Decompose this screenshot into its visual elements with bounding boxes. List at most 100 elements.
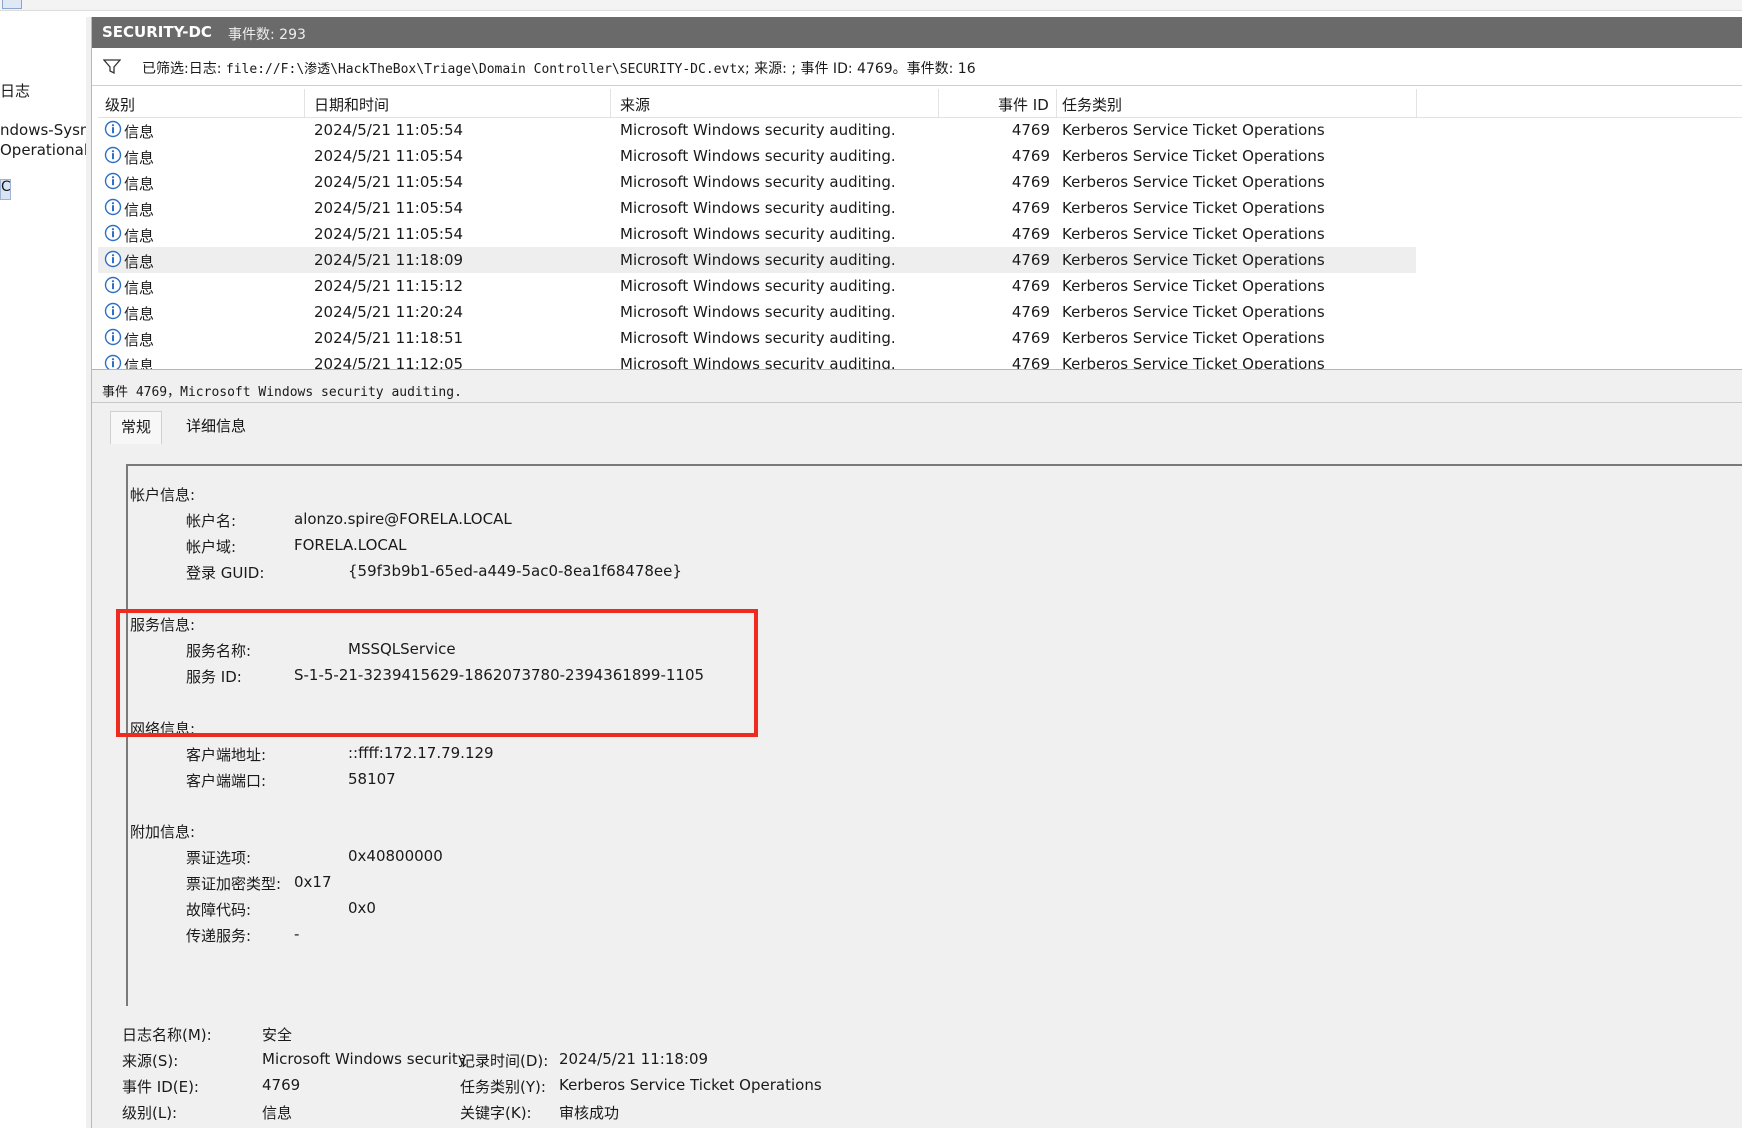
info-icon	[104, 328, 122, 346]
cell-source: Microsoft Windows security auditing.	[620, 251, 896, 269]
transited-services-label: 传递服务:	[186, 927, 252, 945]
cell-level: 信息	[124, 253, 155, 271]
cell-date: 2024/5/21 11:05:54	[314, 225, 464, 243]
cell-level: 信息	[124, 149, 155, 167]
cell-source: Microsoft Windows security auditing.	[620, 173, 896, 191]
table-row[interactable]: 信息 2024/5/21 11:20:24 Microsoft Windows se…	[98, 299, 1742, 325]
section-account: 帐户信息:	[130, 486, 196, 504]
cell-event-id: 4769	[1011, 251, 1050, 269]
cell-event-id: 4769	[1011, 329, 1050, 347]
meta-logged-label: 记录时间(D):	[460, 1052, 549, 1070]
cell-event-id: 4769	[1011, 303, 1050, 321]
cell-date: 2024/5/21 11:18:51	[314, 329, 464, 347]
info-icon	[104, 276, 122, 294]
filter-bar: 已筛选:日志: file://F:\渗透\HackTheBox\Triage\D…	[92, 49, 1742, 86]
cell-task: Kerberos Service Ticket Operations	[1062, 329, 1325, 347]
cell-date: 2024/5/21 11:20:24	[314, 303, 464, 321]
section-additional: 附加信息:	[130, 823, 196, 841]
ticket-options-value: 0x40800000	[348, 847, 443, 865]
cell-event-id: 4769	[1011, 355, 1050, 369]
cell-source: Microsoft Windows security auditing.	[620, 199, 896, 217]
meta-keywords-label: 关键字(K):	[460, 1104, 532, 1122]
table-row[interactable]: 信息 2024/5/21 11:12:05 Microsoft Windows se…	[98, 351, 1742, 369]
failure-code-value: 0x0	[348, 899, 376, 917]
transited-services-value: -	[294, 925, 300, 943]
failure-code-label: 故障代码:	[186, 901, 252, 919]
cell-event-id: 4769	[1011, 147, 1050, 165]
log-header: SECURITY-DC 事件数: 293	[92, 17, 1742, 48]
info-icon	[104, 198, 122, 216]
table-row[interactable]: 信息 2024/5/21 11:15:12 Microsoft Windows se…	[98, 273, 1742, 299]
client-port-label: 客户端端口:	[186, 772, 267, 790]
cell-date: 2024/5/21 11:05:54	[314, 121, 464, 139]
meta-level-label: 级别(L):	[122, 1104, 178, 1122]
top-toolbar-strip	[0, 0, 1742, 11]
cell-task: Kerberos Service Ticket Operations	[1062, 121, 1325, 139]
cell-task: Kerberos Service Ticket Operations	[1062, 303, 1325, 321]
table-row[interactable]: 信息 2024/5/21 11:05:54 Microsoft Windows se…	[98, 169, 1742, 195]
column-header-event-id[interactable]: 事件 ID	[998, 94, 1049, 115]
client-address-value: ::ffff:172.17.79.129	[348, 744, 494, 762]
info-icon	[104, 146, 122, 164]
table-row[interactable]: 信息 2024/5/21 11:05:54 Microsoft Windows se…	[98, 195, 1742, 221]
cell-source: Microsoft Windows security auditing.	[620, 147, 896, 165]
highlight-box	[116, 609, 758, 737]
meta-keywords-value: 审核成功	[559, 1104, 620, 1122]
cell-source: Microsoft Windows security auditing.	[620, 277, 896, 295]
account-name-label: 帐户名:	[186, 512, 237, 530]
table-row[interactable]: 信息 2024/5/21 11:05:54 Microsoft Windows se…	[98, 117, 1742, 143]
cell-source: Microsoft Windows security auditing.	[620, 225, 896, 243]
cell-task: Kerberos Service Ticket Operations	[1062, 277, 1325, 295]
cell-task: Kerberos Service Ticket Operations	[1062, 199, 1325, 217]
cell-event-id: 4769	[1011, 199, 1050, 217]
meta-log-name-label: 日志名称(M):	[122, 1026, 212, 1044]
cell-date: 2024/5/21 11:05:54	[314, 199, 464, 217]
column-header-task[interactable]: 任务类别	[1062, 94, 1122, 115]
logon-guid-label: 登录 GUID:	[186, 564, 265, 582]
info-icon	[104, 120, 122, 138]
cell-date: 2024/5/21 11:05:54	[314, 147, 464, 165]
client-port-value: 58107	[348, 770, 396, 788]
client-address-label: 客户端地址:	[186, 746, 267, 764]
logon-guid-value: {59f3b9b1-65ed-a449-5ac0-8ea1f68478ee}	[348, 562, 682, 580]
cell-task: Kerberos Service Ticket Operations	[1062, 173, 1325, 191]
meta-event-id-label: 事件 ID(E):	[122, 1078, 199, 1096]
cell-source: Microsoft Windows security auditing.	[620, 121, 896, 139]
cell-date: 2024/5/21 11:15:12	[314, 277, 464, 295]
filter-path: file://F:\渗透\HackTheBox\Triage\Domain Co…	[225, 62, 745, 77]
account-domain-label: 帐户域:	[186, 538, 237, 556]
cell-level: 信息	[124, 227, 155, 245]
table-row[interactable]: 信息 2024/5/21 11:05:54 Microsoft Windows se…	[98, 143, 1742, 169]
meta-log-name-value: 安全	[262, 1026, 293, 1044]
column-header-level[interactable]: 级别	[105, 94, 135, 115]
ticket-encryption-label: 票证加密类型:	[186, 875, 282, 893]
event-count: 事件数: 293	[228, 27, 306, 43]
column-header-source[interactable]: 来源	[620, 94, 650, 115]
tab-details[interactable]: 详细信息	[176, 411, 256, 443]
column-header-date[interactable]: 日期和时间	[314, 94, 389, 115]
cell-source: Microsoft Windows security auditing.	[620, 303, 896, 321]
ticket-encryption-value: 0x17	[294, 873, 332, 891]
tree-item-operational[interactable]: Operational	[0, 141, 86, 159]
account-name-value: alonzo.spire@FORELA.LOCAL	[294, 510, 512, 528]
toolbar-icon[interactable]	[2, 0, 22, 9]
tab-general[interactable]: 常规	[110, 411, 163, 444]
table-row[interactable]: 信息 2024/5/21 11:18:09 Microsoft Windows se…	[98, 247, 1416, 273]
tree-item-selected[interactable]: C	[0, 179, 11, 200]
meta-source-value: Microsoft Windows security	[262, 1050, 467, 1068]
tree-item-logs[interactable]: 日志	[0, 80, 30, 101]
filter-description: 已筛选:日志: file://F:\渗透\HackTheBox\Triage\D…	[142, 61, 976, 77]
cell-task: Kerberos Service Ticket Operations	[1062, 251, 1325, 269]
cell-date: 2024/5/21 11:05:54	[314, 173, 464, 191]
tree-item-sysmon[interactable]: ndows-Sysm	[0, 121, 86, 139]
cell-level: 信息	[124, 279, 155, 297]
info-icon	[104, 224, 122, 242]
event-details-pane: 事件 4769，Microsoft Windows security audit…	[92, 375, 1742, 1128]
table-row[interactable]: 信息 2024/5/21 11:05:54 Microsoft Windows se…	[98, 221, 1742, 247]
table-row[interactable]: 信息 2024/5/21 11:18:51 Microsoft Windows se…	[98, 325, 1742, 351]
cell-event-id: 4769	[1011, 277, 1050, 295]
info-icon	[104, 172, 122, 190]
cell-task: Kerberos Service Ticket Operations	[1062, 355, 1325, 369]
cell-level: 信息	[124, 123, 155, 141]
cell-event-id: 4769	[1011, 225, 1050, 243]
